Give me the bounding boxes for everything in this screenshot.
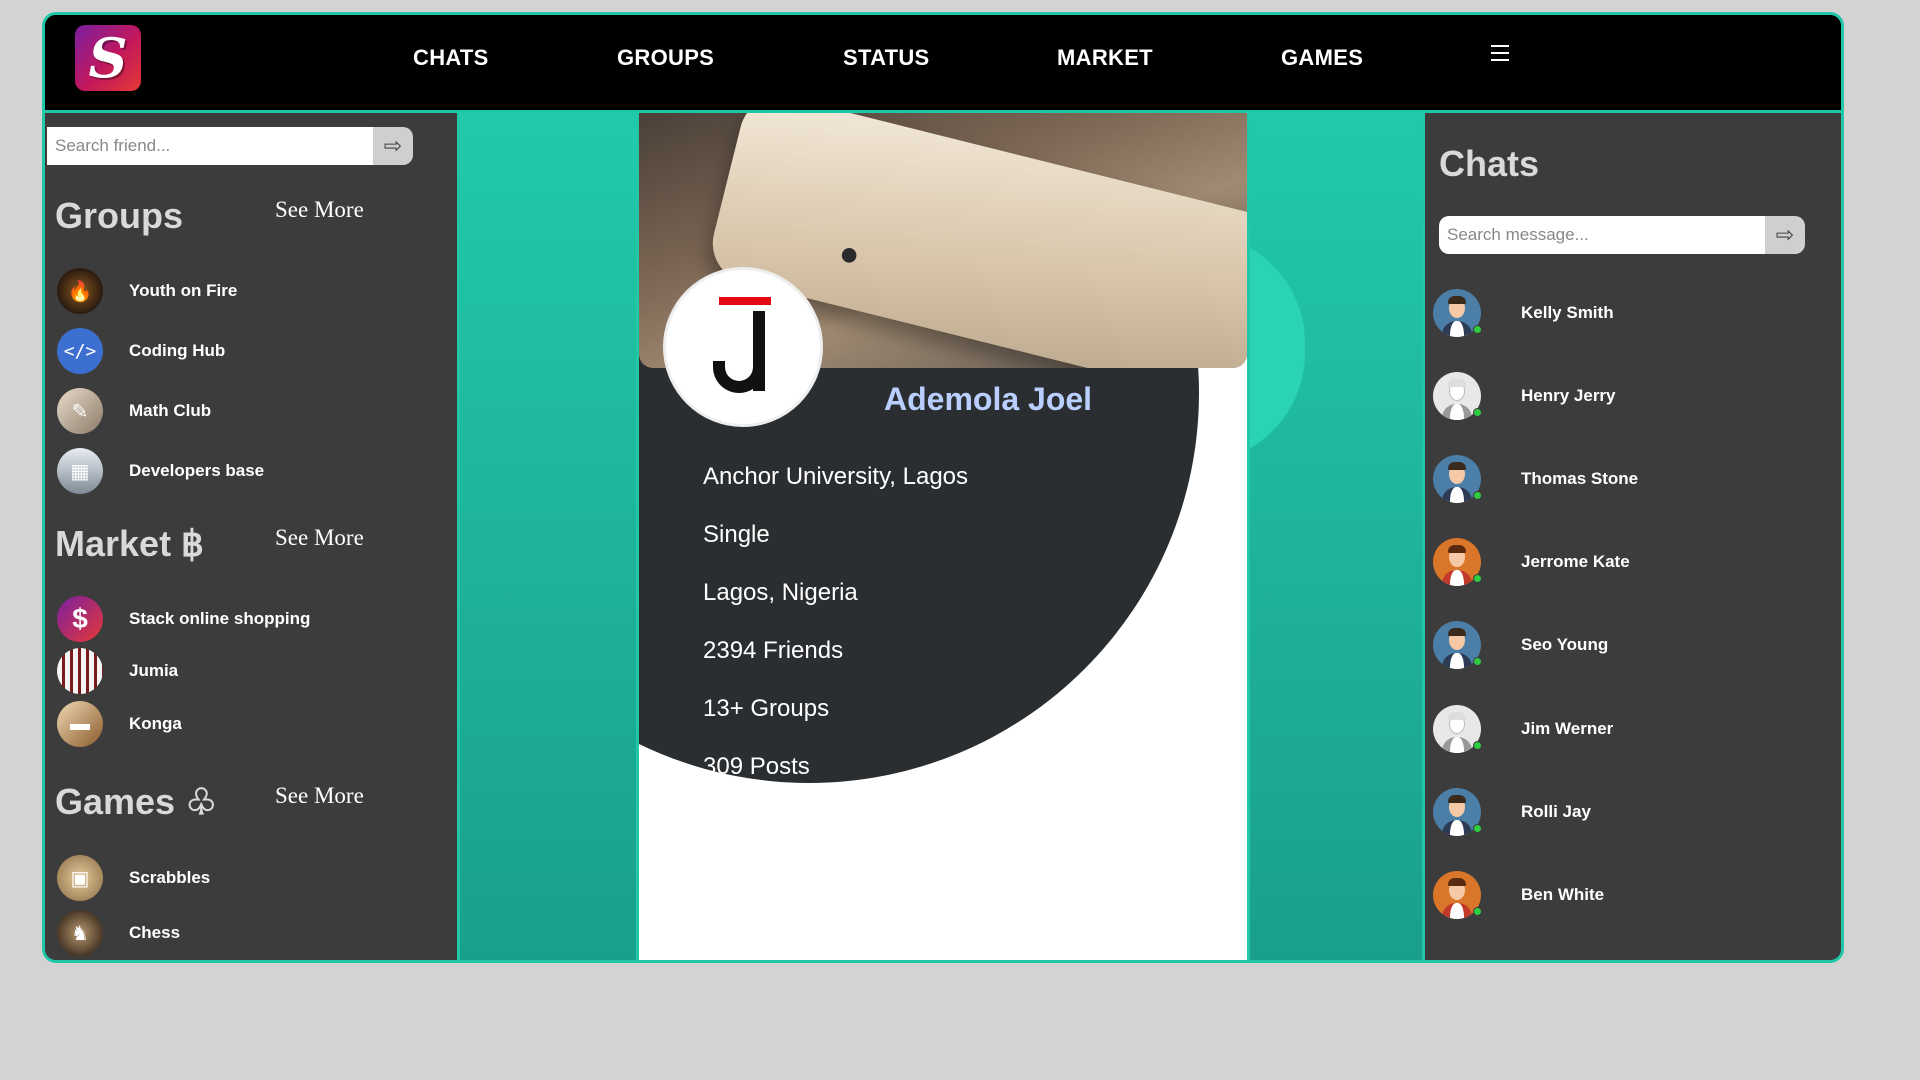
chat-contact[interactable]: Kelly Smith bbox=[1433, 289, 1614, 337]
chat-contact[interactable]: Thomas Stone bbox=[1433, 455, 1638, 503]
group-label: Developers base bbox=[129, 461, 265, 480]
profile-logo-icon bbox=[713, 297, 773, 397]
market-label: Jumia bbox=[129, 661, 179, 680]
nav-status[interactable]: STATUS bbox=[843, 45, 930, 71]
group-label: Math Club bbox=[129, 401, 212, 420]
contact-name: Jim Werner bbox=[1521, 719, 1614, 738]
games-see-more-link[interactable]: See More bbox=[275, 783, 364, 809]
contact-name: Henry Jerry bbox=[1521, 386, 1616, 405]
market-title: Market ฿ bbox=[55, 523, 204, 564]
top-navbar: S CHATS GROUPS STATUS MARKET GAMES bbox=[45, 15, 1841, 110]
online-indicator bbox=[1473, 491, 1482, 500]
nav-groups[interactable]: GROUPS bbox=[617, 45, 714, 71]
profile-school: Anchor University, Lagos bbox=[703, 463, 969, 490]
market-item[interactable]: $ Stack online shopping bbox=[57, 596, 310, 642]
market-label: Konga bbox=[129, 714, 182, 733]
groups-title: Groups bbox=[55, 195, 184, 236]
group-item[interactable]: ▦ Developers base bbox=[57, 448, 264, 494]
app-window: S CHATS GROUPS STATUS MARKET GAMES ⇨ Gro… bbox=[42, 12, 1844, 963]
chat-contact[interactable]: Seo Young bbox=[1433, 621, 1608, 669]
game-item[interactable]: ♞ Chess bbox=[57, 910, 180, 956]
code-icon: </> bbox=[57, 328, 103, 374]
game-label: Scrabbles bbox=[129, 868, 211, 887]
logo-letter: S bbox=[88, 26, 128, 90]
shop-icon: ▬ bbox=[57, 701, 103, 747]
nav-games[interactable]: GAMES bbox=[1281, 45, 1363, 71]
chat-contact[interactable]: Rolli Jay bbox=[1433, 788, 1591, 836]
group-item[interactable]: </> Coding Hub bbox=[57, 328, 225, 374]
contact-name: Ben White bbox=[1521, 885, 1605, 904]
chats-panel: Chats ⇨ Kelly Smith Henry Jerry Thomas S… bbox=[1422, 113, 1841, 960]
contact-name: Thomas Stone bbox=[1521, 469, 1639, 488]
friend-search-input[interactable] bbox=[47, 127, 373, 165]
building-icon: ▦ bbox=[57, 448, 103, 494]
profile-location: Lagos, Nigeria bbox=[703, 579, 858, 606]
chat-contact[interactable]: Jerrome Kate bbox=[1433, 538, 1630, 586]
arrow-right-icon[interactable]: ⇨ bbox=[373, 127, 413, 165]
store-icon bbox=[57, 648, 103, 694]
dollar-icon: $ bbox=[57, 596, 103, 642]
market-see-more-link[interactable]: See More bbox=[275, 525, 364, 551]
nav-market[interactable]: MARKET bbox=[1057, 45, 1153, 71]
group-label: Coding Hub bbox=[129, 341, 226, 360]
profile-posts: 309 Posts bbox=[703, 753, 810, 780]
message-search-input[interactable] bbox=[1439, 216, 1765, 254]
profile-followers: 1.3M Followers bbox=[703, 811, 866, 838]
message-search: ⇨ bbox=[1439, 216, 1805, 254]
left-sidebar: ⇨ Groups See More 🔥 Youth on Fire </> Co… bbox=[45, 113, 460, 960]
chat-contact[interactable]: Jim Werner bbox=[1433, 705, 1613, 753]
online-indicator bbox=[1473, 408, 1482, 417]
app-logo[interactable]: S bbox=[75, 25, 141, 91]
group-item[interactable]: 🔥 Youth on Fire bbox=[57, 268, 237, 314]
nav-chats[interactable]: CHATS bbox=[413, 45, 489, 71]
group-label: Youth on Fire bbox=[129, 281, 238, 300]
games-title: Games ♧ bbox=[55, 781, 218, 822]
friend-search: ⇨ bbox=[47, 127, 413, 165]
chat-contact[interactable]: Henry Jerry bbox=[1433, 372, 1616, 420]
arrow-right-icon[interactable]: ⇨ bbox=[1765, 216, 1805, 254]
chat-contact[interactable]: Ben White bbox=[1433, 871, 1604, 919]
profile-card: ● Ademola Joel Anchor University, Lagos … bbox=[636, 113, 1250, 960]
contact-name: Rolli Jay bbox=[1521, 802, 1591, 821]
contact-name: Seo Young bbox=[1521, 635, 1609, 654]
profile-name: Ademola Joel bbox=[884, 381, 1093, 417]
profile-relationship: Single bbox=[703, 521, 770, 548]
groups-see-more-link[interactable]: See More bbox=[275, 197, 364, 223]
math-icon: ✎ bbox=[57, 388, 103, 434]
hamburger-icon[interactable] bbox=[1491, 45, 1509, 66]
main-content: ⇨ Groups See More 🔥 Youth on Fire </> Co… bbox=[45, 110, 1841, 960]
chess-icon: ♞ bbox=[57, 910, 103, 956]
profile-friends: 2394 Friends bbox=[703, 637, 844, 664]
market-item[interactable]: Jumia bbox=[57, 648, 178, 694]
online-indicator bbox=[1473, 325, 1482, 334]
scrabble-icon: ▣ bbox=[57, 855, 103, 901]
profile-avatar[interactable] bbox=[663, 267, 823, 427]
online-indicator bbox=[1473, 657, 1482, 666]
game-item[interactable]: ▣ Scrabbles bbox=[57, 855, 210, 901]
profile-groups: 13+ Groups bbox=[703, 695, 830, 722]
flame-icon: 🔥 bbox=[57, 268, 103, 314]
market-label: Stack online shopping bbox=[129, 609, 311, 628]
online-indicator bbox=[1473, 907, 1482, 916]
online-indicator bbox=[1473, 741, 1482, 750]
online-indicator bbox=[1473, 824, 1482, 833]
online-indicator bbox=[1473, 574, 1482, 583]
group-item[interactable]: ✎ Math Club bbox=[57, 388, 211, 434]
contact-name: Jerrome Kate bbox=[1521, 552, 1630, 571]
game-label: Chess bbox=[129, 923, 181, 942]
market-item[interactable]: ▬ Konga bbox=[57, 701, 182, 747]
contact-name: Kelly Smith bbox=[1521, 303, 1614, 322]
chats-title: Chats bbox=[1439, 143, 1540, 184]
